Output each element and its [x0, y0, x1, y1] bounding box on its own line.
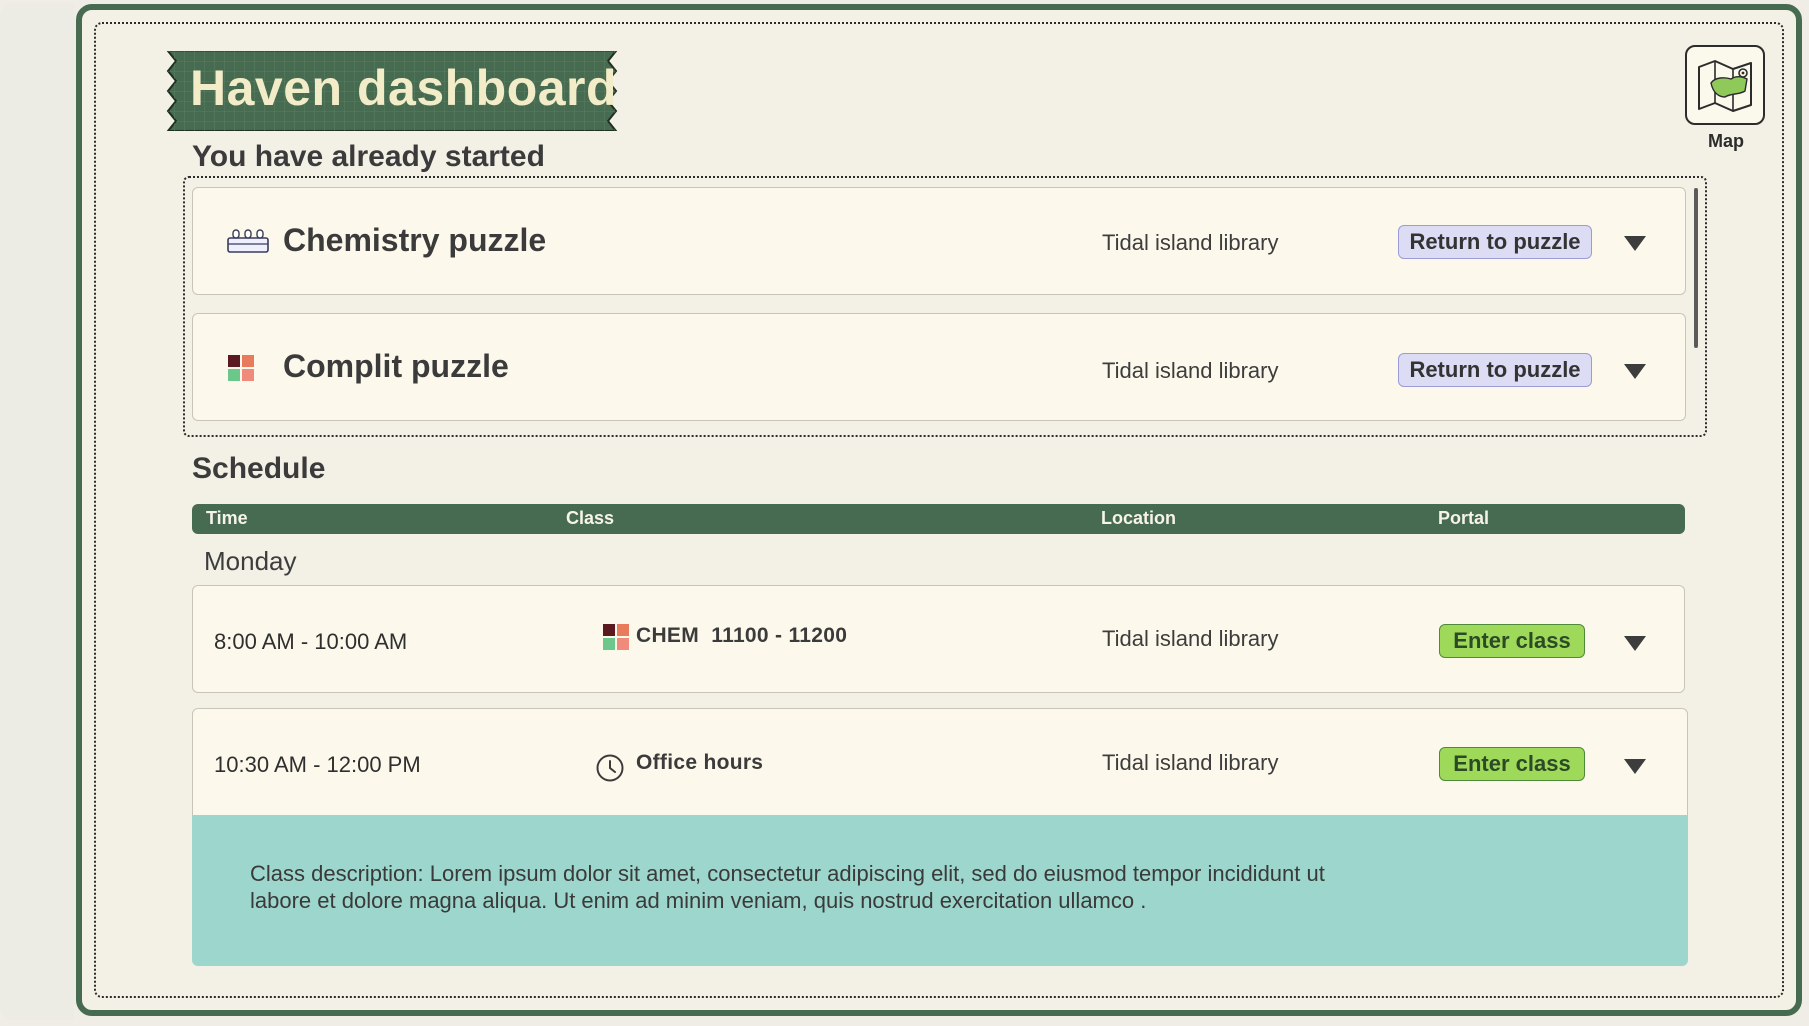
row-location: Tidal island library [1102, 626, 1279, 651]
title-banner: Haven dashboard [164, 51, 620, 131]
color-blocks-icon [228, 355, 254, 381]
row-location: Tidal island library [1102, 750, 1279, 775]
chevron-down-icon[interactable] [1624, 364, 1646, 379]
started-item-location: Tidal island library [1102, 230, 1279, 255]
return-to-puzzle-button[interactable]: Return to puzzle [1398, 225, 1592, 259]
page-title: Haven dashboard [190, 60, 618, 116]
row-class-name: CHEM 11100 - 11200 [636, 624, 848, 647]
class-description-panel: Class description: Lorem ipsum dolor sit… [192, 816, 1688, 966]
column-header-portal: Portal [1438, 508, 1490, 528]
schedule-row[interactable]: 8:00 AM - 10:00 AM CHEM 11100 - 11200 Ti… [192, 585, 1685, 693]
started-item-complit[interactable]: Complit puzzle Tidal island library Retu… [192, 313, 1686, 421]
column-header-location: Location [1101, 508, 1176, 528]
started-heading: You have already started [192, 140, 545, 173]
lab-equipment-icon [227, 229, 269, 253]
chevron-down-icon[interactable] [1624, 236, 1646, 251]
row-class-name: Office hours [636, 751, 764, 774]
left-rail [0, 3, 74, 1020]
class-description-text: Class description: Lorem ipsum dolor sit… [250, 861, 1325, 913]
map-label: Map [1708, 131, 1744, 151]
row-time: 10:30 AM - 12:00 PM [214, 752, 421, 777]
dashboard-page: Haven dashboard Map You have already sta… [0, 0, 1809, 1026]
clock-icon [596, 754, 624, 782]
schedule-row-expanded[interactable]: 10:30 AM - 12:00 PM Office hours Tidal i… [192, 708, 1688, 816]
return-to-puzzle-button[interactable]: Return to puzzle [1398, 353, 1592, 387]
map-icon [1698, 60, 1752, 112]
map-icon-box[interactable] [1685, 45, 1765, 125]
started-item-title: Chemistry puzzle [283, 222, 547, 258]
started-item-title: Complit puzzle [283, 348, 509, 384]
started-item-chemistry[interactable]: Chemistry puzzle Tidal island library Re… [192, 187, 1686, 295]
column-header-time: Time [206, 508, 248, 528]
started-scrollbar[interactable] [1694, 188, 1698, 348]
chevron-down-icon[interactable] [1624, 636, 1646, 651]
enter-class-button[interactable]: Enter class [1439, 747, 1585, 781]
row-time: 8:00 AM - 10:00 AM [214, 629, 408, 654]
started-item-location: Tidal island library [1102, 358, 1279, 383]
schedule-table-header: Time Class Location Portal [192, 504, 1685, 534]
color-blocks-icon [603, 624, 629, 650]
map-button[interactable]: Map [1685, 45, 1767, 157]
day-label: Monday [204, 546, 297, 576]
schedule-heading: Schedule [192, 452, 326, 485]
chevron-up-toggle-icon[interactable] [1624, 759, 1646, 774]
column-header-class: Class [566, 508, 615, 528]
enter-class-button[interactable]: Enter class [1439, 624, 1585, 658]
